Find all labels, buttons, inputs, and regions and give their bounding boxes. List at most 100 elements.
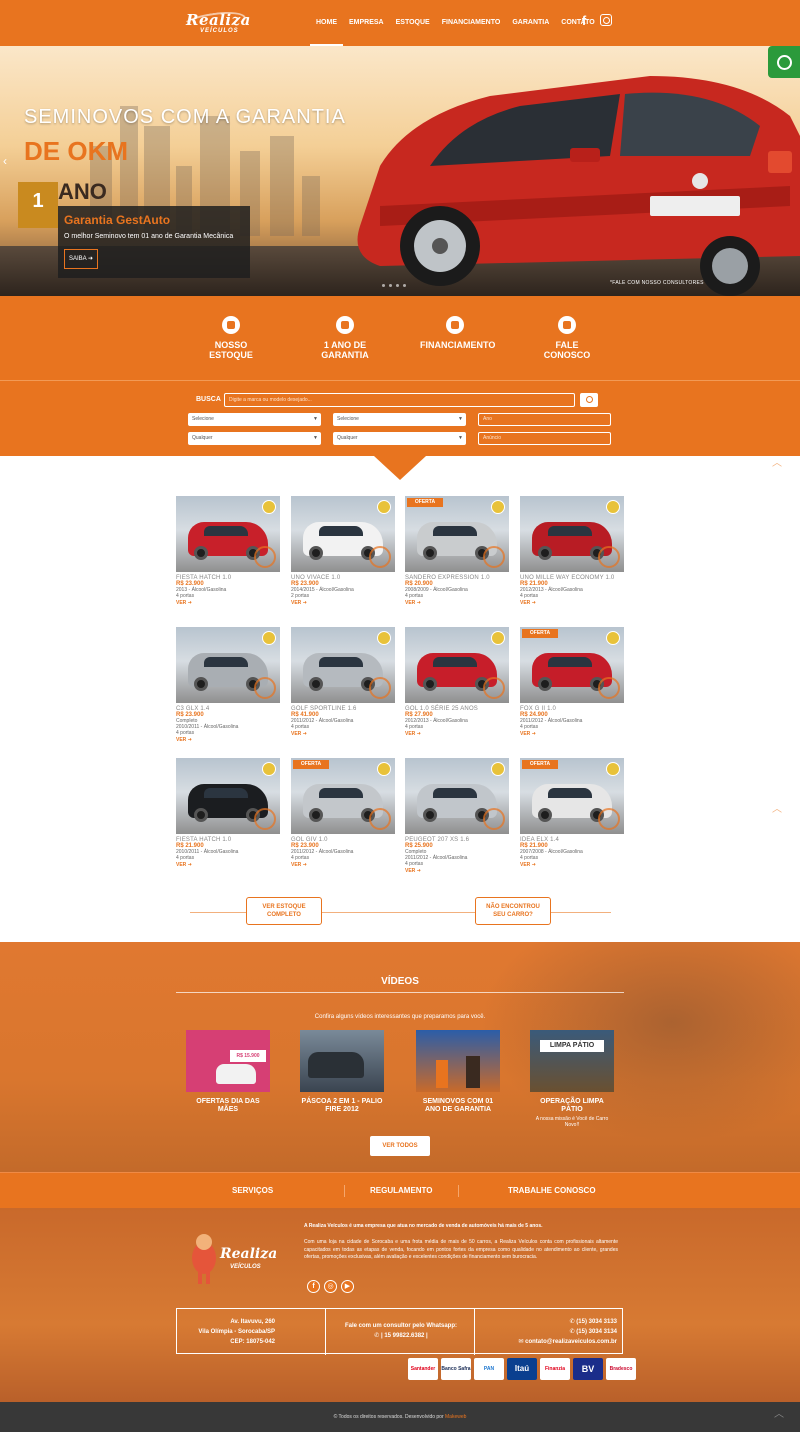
nav-empresa[interactable]: EMPRESA <box>343 0 390 46</box>
feature-garantia[interactable]: 1 ANO DE GARANTIA <box>310 316 380 360</box>
vehicle-listing: ︿ ︿ FIESTA HATCH 1.0 R$ 23.900 2013 - Álco… <box>0 456 800 1387</box>
not-found-button[interactable]: NÃO ENCONTROU SEU CARRO? <box>475 897 551 925</box>
nav-estoque[interactable]: ESTOQUE <box>390 0 436 46</box>
phone-1[interactable]: ✆ (15) 3034 3133 <box>477 1317 617 1327</box>
vehicle-photo[interactable] <box>291 496 395 572</box>
vehicle-photo[interactable]: OFERTA <box>291 758 395 834</box>
nav-garantia[interactable]: GARANTIA <box>506 0 555 46</box>
vehicle-photo[interactable] <box>291 627 395 703</box>
nav-home[interactable]: HOME <box>310 0 343 46</box>
video-item[interactable]: SEMINOVOS COM 01 ANO DE GARANTIA <box>416 1030 500 1114</box>
video-thumbnail[interactable]: LIMPA PÁTIO <box>530 1030 614 1092</box>
view-vehicle-link[interactable]: VER ➜ <box>176 862 280 868</box>
video-item[interactable]: R$ 15.900 OFERTAS DIA DAS MÃES <box>186 1030 270 1114</box>
vehicle-card[interactable]: PEUGEOT 207 XS 1.6 R$ 25.900 Completo 2011/… <box>405 758 509 874</box>
email-link[interactable]: ✉ contato@realizaveiculos.com.br <box>477 1337 617 1347</box>
view-all-videos-button[interactable]: VER TODOS <box>370 1136 430 1156</box>
warranty-seal-icon <box>262 631 276 645</box>
whatsapp-icon[interactable] <box>768 46 800 78</box>
video-thumbnail[interactable] <box>416 1030 500 1092</box>
view-stock-button[interactable]: VER ESTOQUE COMPLETO <box>246 897 322 925</box>
view-vehicle-link[interactable]: VER ➜ <box>291 862 395 868</box>
phone-2[interactable]: ✆ (15) 3034 3134 <box>477 1327 617 1337</box>
view-vehicle-link[interactable]: VER ➜ <box>405 731 509 737</box>
vehicle-card[interactable]: OFERTA IDEA ELX 1.4 R$ 21.900 2007/2008 - Á… <box>520 758 624 868</box>
hero-slider[interactable]: ‹ SEMINOVOS COM A GARANTIA DE OKM 1 ANO … <box>0 46 800 296</box>
video-thumbnail[interactable]: R$ 15.900 <box>186 1030 270 1092</box>
slider-dots[interactable] <box>382 284 406 287</box>
vehicle-card[interactable]: FIESTA HATCH 1.0 R$ 23.900 2013 - Álcool/G… <box>176 496 280 606</box>
vehicle-photo[interactable]: OFERTA <box>405 496 509 572</box>
saiba-button[interactable]: SAIBA ➜ <box>64 249 98 269</box>
divider <box>458 1185 459 1197</box>
year-input[interactable]: Ano <box>478 413 611 426</box>
view-vehicle-link[interactable]: VER ➜ <box>176 737 280 743</box>
vehicle-card[interactable]: FIESTA HATCH 1.0 R$ 21.900 2010/2011 - Álc… <box>176 758 280 868</box>
vehicle-card[interactable]: OFERTA GOL GIV 1.0 R$ 23.900 2011/2012 - Ál… <box>291 758 395 868</box>
site-logo[interactable]: Realiza VEÍCULOS <box>181 8 250 37</box>
footer-logo[interactable]: Realiza VEÍCULOS <box>186 1228 276 1288</box>
vehicle-card[interactable]: GOLF SPORTLINE 1.6 R$ 41.900 2011/2012 - Á… <box>291 627 395 737</box>
model-select[interactable]: Selecione <box>333 413 466 426</box>
price-select[interactable]: Qualquer <box>188 432 321 445</box>
link-servicos[interactable]: SERVIÇOS <box>232 1173 273 1209</box>
svg-text:VEÍCULOS: VEÍCULOS <box>230 1263 261 1270</box>
vehicle-photo[interactable] <box>520 496 624 572</box>
vehicle-photo[interactable] <box>176 758 280 834</box>
facebook-icon[interactable]: f <box>578 14 590 28</box>
view-vehicle-link[interactable]: VER ➜ <box>405 868 509 874</box>
watermark-logo <box>483 677 505 699</box>
view-vehicle-link[interactable]: VER ➜ <box>291 731 395 737</box>
watermark-logo <box>483 808 505 830</box>
vehicle-card[interactable]: UNO MILLE WAY ECONOMY 1.0 R$ 21.900 2012/2… <box>520 496 624 606</box>
search-input[interactable] <box>224 393 575 407</box>
vehicle-card[interactable]: UNO VIVACE 1.0 R$ 23.900 2014/2015 - Álcoo… <box>291 496 395 606</box>
nav-financiamento[interactable]: FINANCIAMENTO <box>436 0 507 46</box>
facebook-icon[interactable]: f <box>307 1280 320 1293</box>
vehicle-card[interactable]: GOL 1.0 SÉRIE 25 ANOS R$ 27.900 2012/2013 … <box>405 627 509 737</box>
vehicle-card[interactable]: C3 GLX 1.4 R$ 23.900 Completo 2010/2011 - Á… <box>176 627 280 743</box>
whatsapp-number[interactable]: ✆ | 15 99822.6382 | <box>327 1331 475 1341</box>
vehicle-photo[interactable] <box>405 627 509 703</box>
warranty-seal-icon <box>491 500 505 514</box>
instagram-icon[interactable]: ◎ <box>324 1280 337 1293</box>
view-vehicle-link[interactable]: VER ➜ <box>405 600 509 606</box>
vehicle-photo[interactable] <box>405 758 509 834</box>
feature-estoque[interactable]: NOSSO ESTOQUE <box>196 316 266 360</box>
link-regulamento[interactable]: REGULAMENTO <box>370 1173 433 1209</box>
view-vehicle-link[interactable]: VER ➜ <box>520 731 624 737</box>
vehicle-photo[interactable] <box>176 496 280 572</box>
vehicle-card[interactable]: OFERTA SANDERO EXPRESSION 1.0 R$ 20.900 200… <box>405 496 509 606</box>
vehicle-photo[interactable] <box>176 627 280 703</box>
link-trabalhe-conosco[interactable]: TRABALHE CONOSCO <box>508 1173 596 1209</box>
video-thumbnail[interactable] <box>300 1030 384 1092</box>
view-vehicle-link[interactable]: VER ➜ <box>520 600 624 606</box>
search-icon[interactable] <box>580 393 598 407</box>
video-caption: PÁSCOA 2 EM 1 - PALIO FIRE 2012 <box>301 1098 383 1113</box>
developer-link[interactable]: Makeweb <box>445 1414 466 1420</box>
youtube-icon[interactable]: ▶ <box>341 1280 354 1293</box>
view-vehicle-link[interactable]: VER ➜ <box>176 600 280 606</box>
vehicle-extra: 4 portas <box>520 855 539 861</box>
feature-label: FINANCIAMENTO <box>420 340 496 350</box>
video-item[interactable]: PÁSCOA 2 EM 1 - PALIO FIRE 2012 <box>300 1030 384 1114</box>
view-vehicle-link[interactable]: VER ➜ <box>291 600 395 606</box>
hero-car-image <box>357 76 800 296</box>
feature-financiamento[interactable]: FINANCIAMENTO <box>420 316 496 350</box>
video-item[interactable]: LIMPA PÁTIO OPERAÇÃO LIMPA PÁTIO A nossa… <box>530 1030 614 1128</box>
fuel-select[interactable]: Qualquer <box>333 432 466 445</box>
slider-prev-icon[interactable]: ‹ <box>3 154 7 168</box>
warranty-seal-icon <box>606 762 620 776</box>
ad-input[interactable]: Anúncio <box>478 432 611 445</box>
vehicle-photo[interactable]: OFERTA <box>520 758 624 834</box>
warranty-seal-icon <box>262 500 276 514</box>
brand-select[interactable]: Selecione <box>188 413 321 426</box>
feature-fale-conosco[interactable]: FALE CONOSCO <box>532 316 602 360</box>
view-stock-line1: VER ESTOQUE <box>262 904 306 910</box>
instagram-icon[interactable] <box>600 14 612 26</box>
view-vehicle-link[interactable]: VER ➜ <box>520 862 624 868</box>
vehicle-card[interactable]: OFERTA FOX G II 1.0 R$ 24.900 2011/2012 - Á… <box>520 627 624 737</box>
chevron-up-icon[interactable]: ︿ <box>774 1400 784 1430</box>
vehicle-photo[interactable]: OFERTA <box>520 627 624 703</box>
svg-text:Realiza: Realiza <box>219 1246 276 1262</box>
